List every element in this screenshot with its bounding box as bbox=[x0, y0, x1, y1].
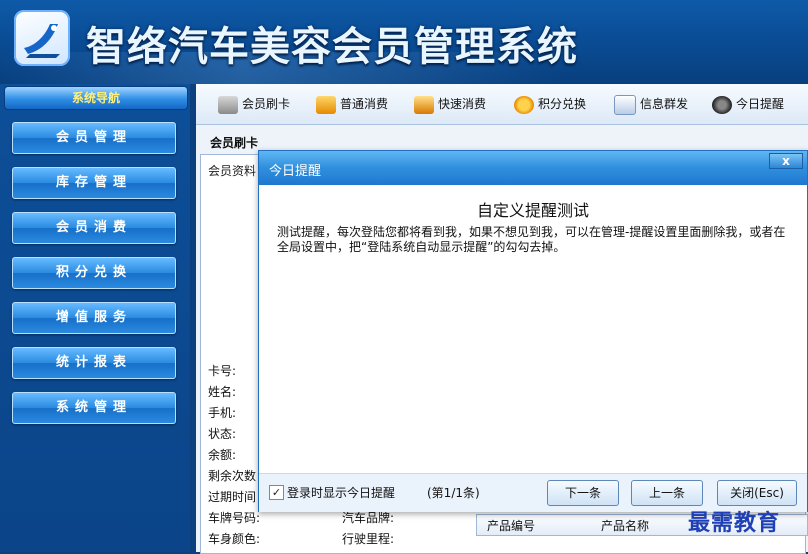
watermark: 最需教育 bbox=[688, 510, 781, 536]
toolbar-message-broadcast[interactable]: 信息群发 bbox=[614, 92, 688, 116]
toolbar-label: 今日提醒 bbox=[736, 97, 785, 111]
toolbar-label: 快速消费 bbox=[438, 97, 487, 111]
fieldset-legend: 会员资料 bbox=[206, 162, 259, 179]
toolbar-label: 积分兑换 bbox=[538, 97, 587, 111]
field-card-number: 卡号: bbox=[208, 364, 237, 378]
message-icon bbox=[614, 94, 636, 115]
nav-item-member-management[interactable]: 会员管理 bbox=[12, 122, 176, 154]
card-icon bbox=[218, 95, 238, 114]
toolbar-label: 信息群发 bbox=[640, 97, 689, 111]
exchange-icon bbox=[514, 95, 534, 114]
toolbar-quick-consume[interactable]: 快速消费 bbox=[414, 92, 486, 116]
app-banner: 智络汽车美容会员管理系统 bbox=[0, 0, 808, 84]
dialog-titlebar[interactable]: 今日提醒 x bbox=[259, 151, 807, 185]
reminder-body: 测试提醒，每次登陆您都将看到我，如果不想见到我，可以在管理-提醒设置里面删除我，… bbox=[277, 225, 786, 254]
toolbar-points-exchange[interactable]: 积分兑换 bbox=[514, 92, 586, 116]
toolbar-label: 会员刷卡 bbox=[242, 97, 291, 111]
nav-item-points-exchange[interactable]: 积分兑换 bbox=[12, 257, 176, 289]
grid-col-product-code[interactable]: 产品编号 bbox=[487, 517, 535, 534]
close-dialog-button[interactable]: 关闭(Esc) bbox=[717, 480, 797, 506]
nav-item-inventory-management[interactable]: 库存管理 bbox=[12, 167, 176, 199]
section-title: 会员刷卡 bbox=[210, 136, 259, 150]
nav-item-statistics-reports[interactable]: 统计报表 bbox=[12, 347, 176, 379]
field-remaining-count: 剩余次数 bbox=[208, 469, 257, 483]
nav-item-member-consumption[interactable]: 会员消费 bbox=[12, 212, 176, 244]
field-mileage: 行驶里程: bbox=[342, 532, 395, 546]
consume-icon bbox=[316, 95, 336, 114]
left-navigation: 系统导航 会员管理 库存管理 会员消费 积分兑换 增值服务 统计报表 系统管理 bbox=[0, 84, 190, 552]
field-body-color: 车身颜色: bbox=[208, 532, 261, 546]
app-title: 智络汽车美容会员管理系统 bbox=[86, 24, 578, 70]
logo-icon bbox=[24, 24, 60, 58]
reminder-counter: (第1/1条) bbox=[427, 486, 480, 500]
next-button[interactable]: 下一条 bbox=[547, 480, 619, 506]
toolbar-normal-consume[interactable]: 普通消费 bbox=[316, 92, 388, 116]
toolbar-member-card-swipe[interactable]: 会员刷卡 bbox=[218, 92, 290, 116]
nav-header: 系统导航 bbox=[4, 86, 188, 110]
field-phone: 手机: bbox=[208, 406, 237, 420]
toolbar-label: 普通消费 bbox=[340, 97, 389, 111]
reminder-icon bbox=[712, 95, 732, 114]
close-icon[interactable]: x bbox=[769, 153, 803, 169]
field-name: 姓名: bbox=[208, 385, 237, 399]
reminder-heading: 自定义提醒测试 bbox=[476, 201, 589, 220]
toolbar-today-reminder[interactable]: 今日提醒 bbox=[712, 92, 784, 116]
nav-item-value-added-services[interactable]: 增值服务 bbox=[12, 302, 176, 334]
today-reminder-dialog: 今日提醒 x 自定义提醒测试 测试提醒，每次登陆您都将看到我，如果不想见到我，可… bbox=[258, 150, 808, 512]
field-balance: 余额: bbox=[208, 448, 237, 462]
field-expiry: 过期时间 bbox=[208, 490, 257, 504]
grid-col-product-name[interactable]: 产品名称 bbox=[601, 517, 649, 534]
toolbar: 会员刷卡 普通消费 快速消费 积分兑换 信息群发 今日提醒 bbox=[196, 84, 808, 125]
quick-consume-icon bbox=[414, 95, 434, 114]
nav-item-system-management[interactable]: 系统管理 bbox=[12, 392, 176, 424]
field-plate-number: 车牌号码: bbox=[208, 511, 261, 525]
show-on-login-checkbox[interactable]: ✓ bbox=[269, 485, 284, 500]
show-on-login-label[interactable]: 登录时显示今日提醒 bbox=[287, 484, 395, 501]
field-status: 状态: bbox=[208, 427, 237, 441]
prev-button[interactable]: 上一条 bbox=[631, 480, 703, 506]
dialog-title: 今日提醒 bbox=[269, 164, 322, 179]
app-logo bbox=[14, 10, 70, 66]
